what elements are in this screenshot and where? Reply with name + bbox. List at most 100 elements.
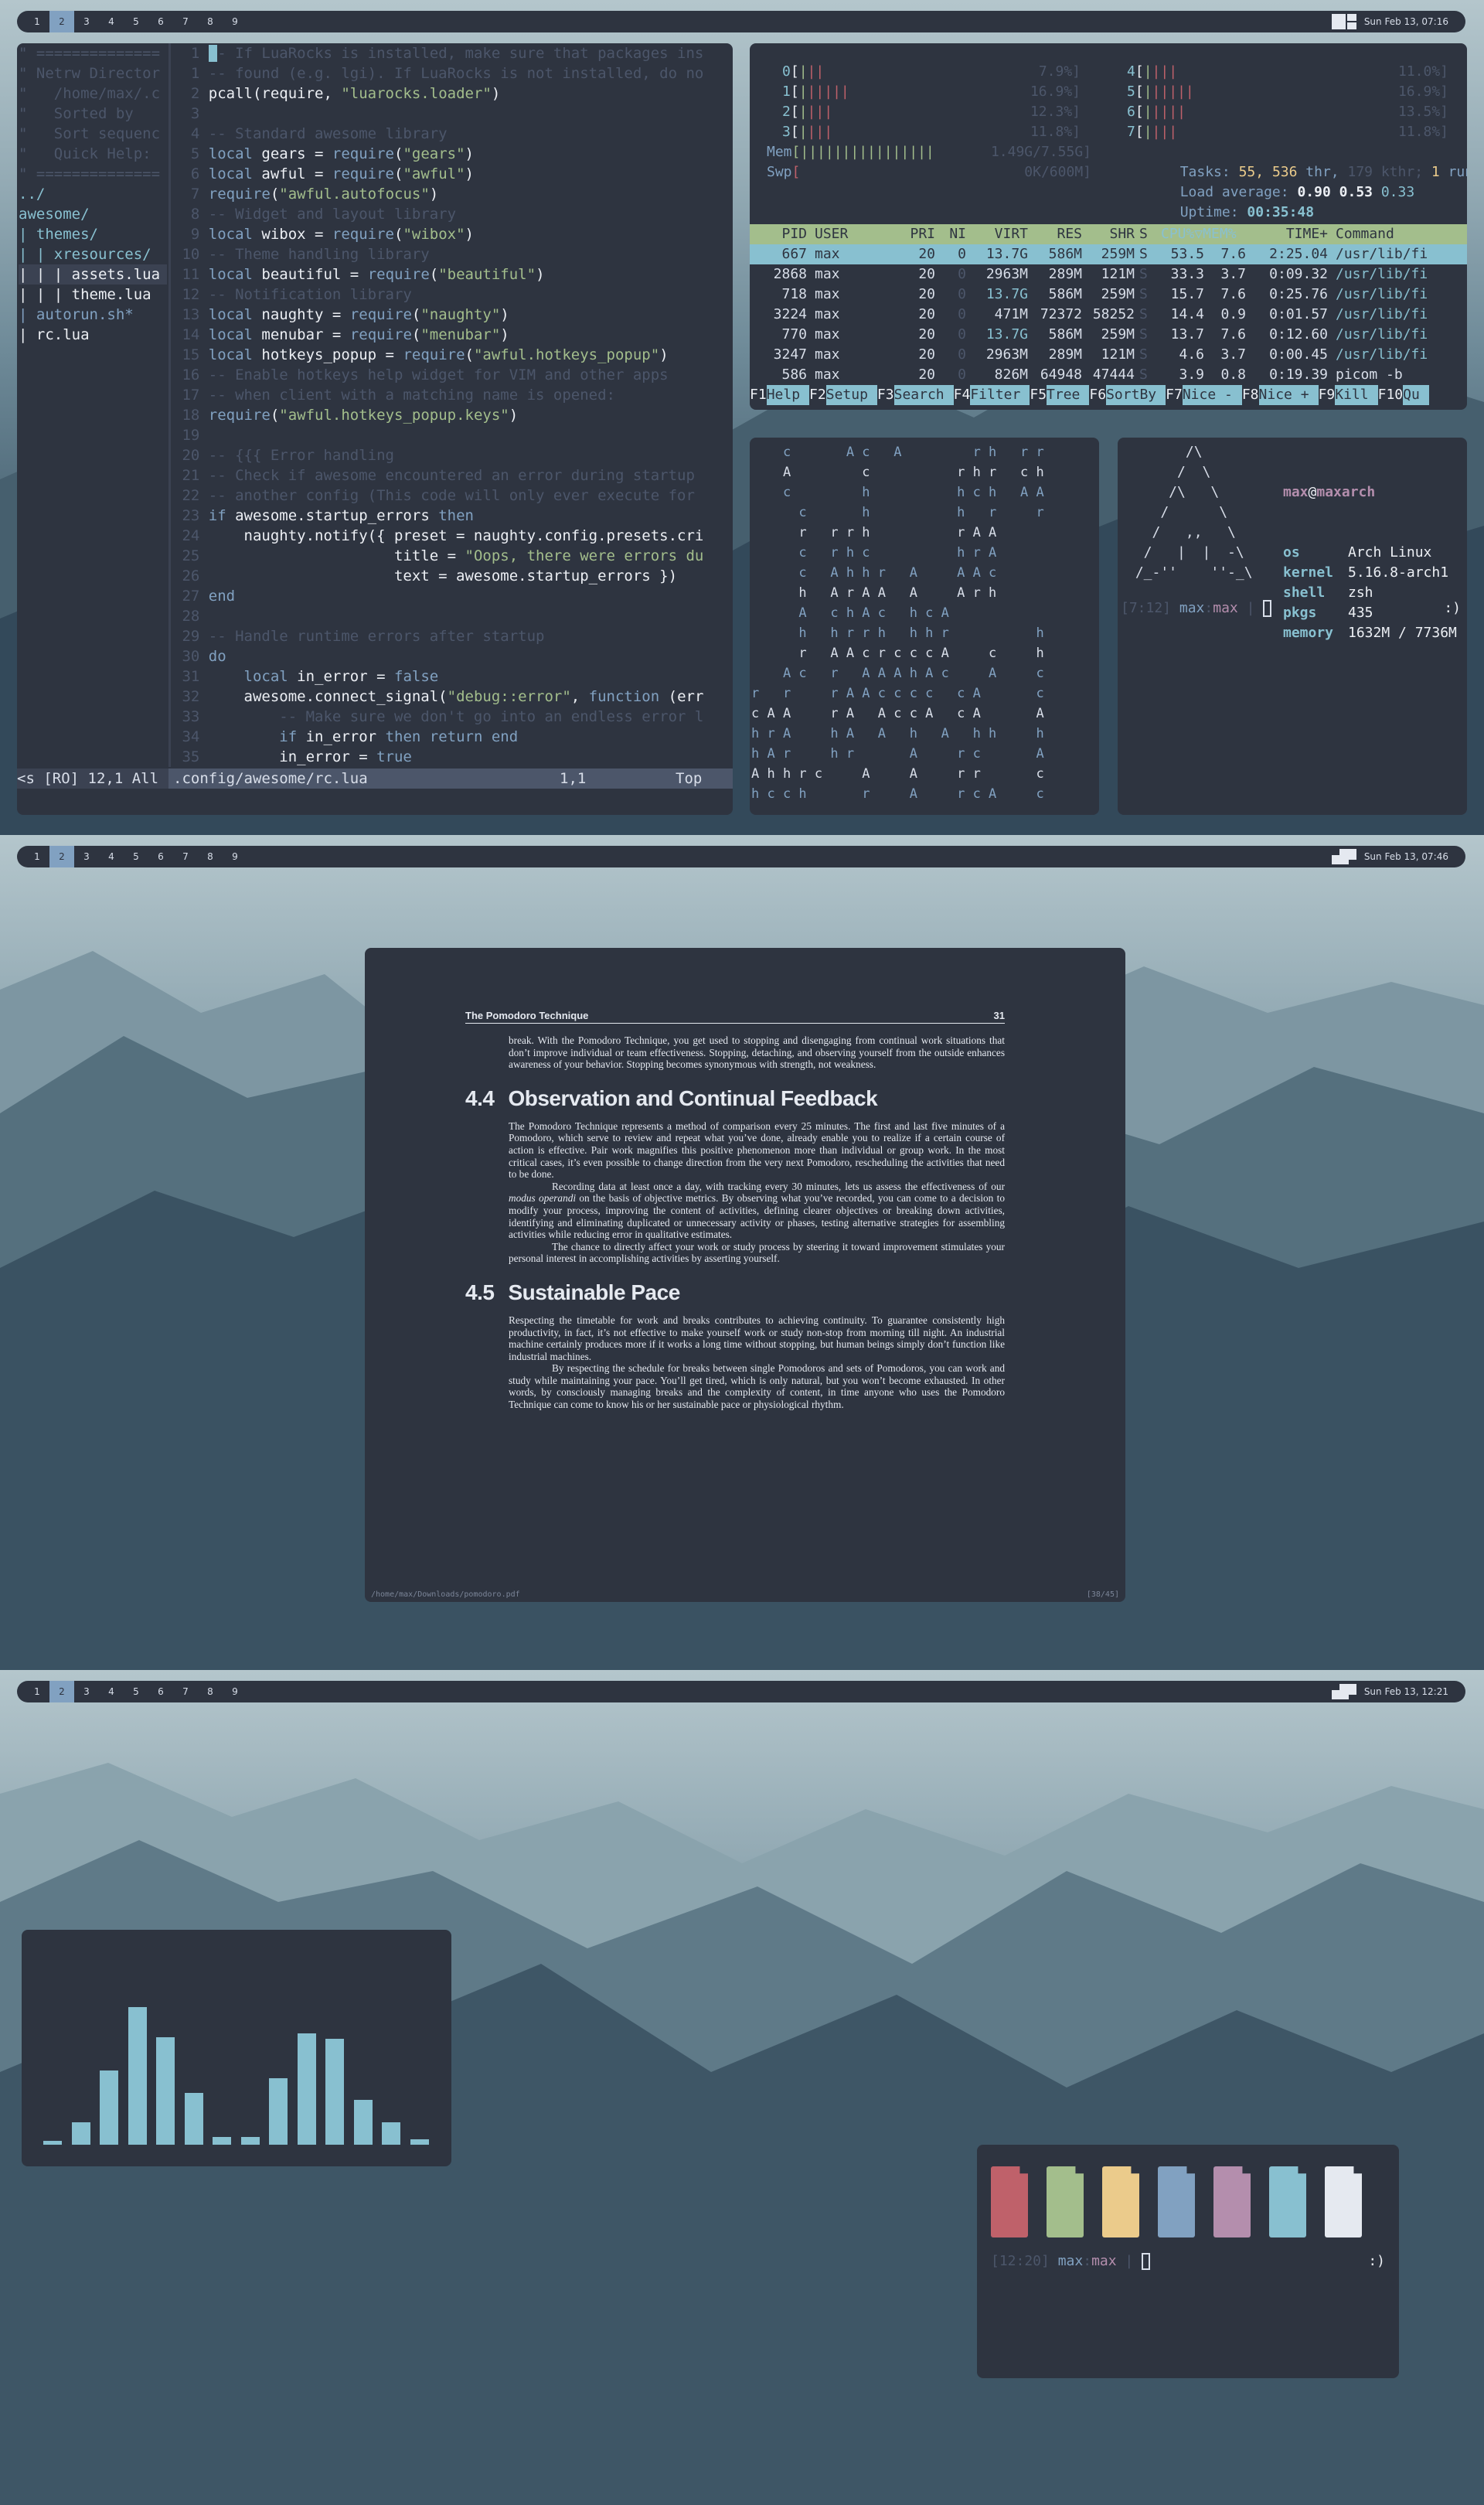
function-key-label[interactable]: Nice - xyxy=(1182,385,1242,405)
top-bar: 123456789 Sun Feb 13, 07:46 xyxy=(17,846,1465,867)
prompt-line[interactable]: [12:20] max: max | :) xyxy=(991,2251,1385,2272)
fetch-terminal[interactable]: /\ / \ /\ \ / \ / ,, \ / | | -\ /_-'' ''… xyxy=(1118,438,1467,815)
prompt-colon: : xyxy=(1083,2253,1092,2269)
table-row[interactable]: 667 max 20 0 13.7G 586M 259M S 53.5 7.6 2:25.04/us… xyxy=(750,244,1467,264)
tag-2[interactable]: 2 xyxy=(49,1681,74,1702)
layout-icon[interactable] xyxy=(1331,14,1356,29)
paragraph: By respecting the schedule for breaks be… xyxy=(509,1362,1005,1411)
tag-8[interactable]: 8 xyxy=(198,846,223,867)
tag-6[interactable]: 6 xyxy=(148,846,173,867)
matrix-line: r r r h r A A xyxy=(751,525,997,540)
matrix-window[interactable]: c A c A r h r r A c r h r c h c h h c h … xyxy=(750,438,1099,815)
table-cell: 15.7 xyxy=(1170,286,1204,302)
desktop-workspace-1: 123456789 Sun Feb 13, 07:16 " ==========… xyxy=(0,0,1484,835)
mem-label: Mem xyxy=(767,144,792,160)
tag-7[interactable]: 7 xyxy=(173,11,198,32)
table-row[interactable]: 770 max 20 0 13.7G 586M 259M S 13.7 7.6 0:12.60/us… xyxy=(750,325,1467,345)
code-editor[interactable]: 1 - If LuaRocks is installed, make sure … xyxy=(173,43,733,767)
function-key-label[interactable]: Filter xyxy=(970,385,1030,405)
tag-6[interactable]: 6 xyxy=(148,1681,173,1702)
cpu-bar: [||| xyxy=(790,63,825,80)
tag-4[interactable]: 4 xyxy=(99,11,124,32)
table-row[interactable]: 586 max 20 0 826M 64948 47444 S 3.9 0.8 0:19.39 pic… xyxy=(750,365,1467,385)
netrw-entry[interactable]: " Quick Help: xyxy=(19,144,167,164)
netrw-entry[interactable]: | | | assets.lua xyxy=(19,264,167,285)
netrw-entry[interactable]: | rc.lua xyxy=(19,325,167,345)
function-key-label[interactable]: Setup xyxy=(825,385,877,405)
function-key-label[interactable]: Search xyxy=(893,385,954,405)
matrix-line: h c c h r A r c A c xyxy=(751,786,1044,802)
netrw-entry[interactable]: " /home/max/.c xyxy=(19,84,167,104)
pdf-viewer[interactable]: The Pomodoro Technique 31 break. With th… xyxy=(365,948,1125,1602)
function-key-label[interactable]: Nice + xyxy=(1258,385,1319,405)
audio-visualizer-window[interactable] xyxy=(22,1930,451,2166)
prompt-line[interactable]: [7:12] max: max | :) xyxy=(1121,598,1461,619)
tag-1[interactable]: 1 xyxy=(25,846,49,867)
tag-9[interactable]: 9 xyxy=(223,1681,247,1702)
tag-9[interactable]: 9 xyxy=(223,11,247,32)
tag-7[interactable]: 7 xyxy=(173,1681,198,1702)
colorscript-terminal[interactable]: [12:20] max: max | :) xyxy=(977,2145,1399,2378)
htop-window[interactable]: 0 [||| 7.9%] 1 [|||||| 16.9%] 2 [|||| 12.3%] 3 [||… xyxy=(750,43,1467,410)
tag-8[interactable]: 8 xyxy=(198,11,223,32)
clock-area: Sun Feb 13, 12:21 xyxy=(1331,1684,1448,1699)
table-row[interactable]: 718 max 20 0 13.7G 586M 259M S 15.7 7.6 0:25.76/us… xyxy=(750,285,1467,305)
table-row[interactable]: 3224 max 20 0 471M 72372 58252 S 14.4 0.9 0:01.57 /… xyxy=(750,305,1467,325)
cpu-number: 6 xyxy=(1127,104,1135,120)
section-title: Observation and Continual Feedback xyxy=(508,1086,878,1110)
top-bar: 123456789 Sun Feb 13, 12:21 xyxy=(17,1681,1465,1702)
tag-7[interactable]: 7 xyxy=(173,846,198,867)
tag-4[interactable]: 4 xyxy=(99,1681,124,1702)
tag-1[interactable]: 1 xyxy=(25,11,49,32)
netrw-entry[interactable]: " Sort sequenc xyxy=(19,124,167,144)
netrw-entry[interactable]: ../ xyxy=(19,184,167,204)
netrw-entry[interactable]: awesome/ xyxy=(19,204,167,224)
tag-list: 123456789 xyxy=(25,1681,247,1702)
netrw-entry[interactable]: | | xresources/ xyxy=(19,244,167,264)
function-key-label[interactable]: Help xyxy=(766,385,810,405)
tag-6[interactable]: 6 xyxy=(148,11,173,32)
cpu-meter: 7 [|||| 11.8%] xyxy=(1127,122,1448,142)
tag-2[interactable]: 2 xyxy=(49,11,74,32)
tag-9[interactable]: 9 xyxy=(223,846,247,867)
table-cell: 471M xyxy=(994,306,1028,322)
tag-2[interactable]: 2 xyxy=(49,846,74,867)
table-cell: 20 xyxy=(918,286,935,302)
function-key-label[interactable]: Qu xyxy=(1403,385,1429,405)
tag-5[interactable]: 5 xyxy=(124,11,148,32)
netrw-pane[interactable]: " ============== " Netrw Director " /home/… xyxy=(17,43,167,767)
table-header[interactable]: PID USER PRI NI VIRT RES SHR S CPU%▽MEM% TIME+ Com… xyxy=(750,224,1467,244)
table-cell: 2868 xyxy=(773,266,807,282)
netrw-entry[interactable]: " ============== xyxy=(19,43,167,63)
process-table[interactable]: PID USER PRI NI VIRT RES SHR S CPU%▽MEM% TIME+ Com… xyxy=(750,224,1467,385)
tag-8[interactable]: 8 xyxy=(198,1681,223,1702)
tag-3[interactable]: 3 xyxy=(74,11,99,32)
vim-window[interactable]: " ============== " Netrw Director " /home/… xyxy=(17,43,733,815)
fetch-key: os xyxy=(1283,544,1300,561)
tag-4[interactable]: 4 xyxy=(99,846,124,867)
layout-icon[interactable] xyxy=(1331,849,1356,864)
table-row[interactable]: 3247 max 20 0 2963M 289M 121M S 4.6 3.7 0:00.45/us… xyxy=(750,345,1467,365)
mem-value: 1.49G/7.55G] xyxy=(990,144,1091,160)
netrw-entry[interactable]: | themes/ xyxy=(19,224,167,244)
tag-3[interactable]: 3 xyxy=(74,1681,99,1702)
function-key-label[interactable]: Kill xyxy=(1335,385,1378,405)
netrw-entry[interactable]: | autorun.sh* xyxy=(19,305,167,325)
tag-1[interactable]: 1 xyxy=(25,1681,49,1702)
tag-5[interactable]: 5 xyxy=(124,846,148,867)
table-cell: max xyxy=(815,266,840,282)
function-key-label[interactable]: SortBy xyxy=(1106,385,1166,405)
matrix-line: h A r h r A r c A xyxy=(751,746,1044,762)
table-row[interactable]: 2868 max 20 0 2963M 289M 121M S 33.3 3.7 0:09.32/u… xyxy=(750,264,1467,285)
function-key-label[interactable]: Tree xyxy=(1047,385,1090,405)
netrw-entry[interactable]: " ============== xyxy=(19,164,167,184)
prompt-time: [7:12] xyxy=(1121,600,1172,616)
tag-3[interactable]: 3 xyxy=(74,846,99,867)
netrw-entry[interactable]: " Sorted by xyxy=(19,104,167,124)
tag-5[interactable]: 5 xyxy=(124,1681,148,1702)
netrw-entry[interactable]: " Netrw Director xyxy=(19,63,167,84)
table-cell: 4.6 xyxy=(1179,346,1204,363)
netrw-entry[interactable]: | | | theme.lua xyxy=(19,285,167,305)
function-key: F5 xyxy=(1030,387,1047,403)
layout-icon[interactable] xyxy=(1331,1684,1356,1699)
